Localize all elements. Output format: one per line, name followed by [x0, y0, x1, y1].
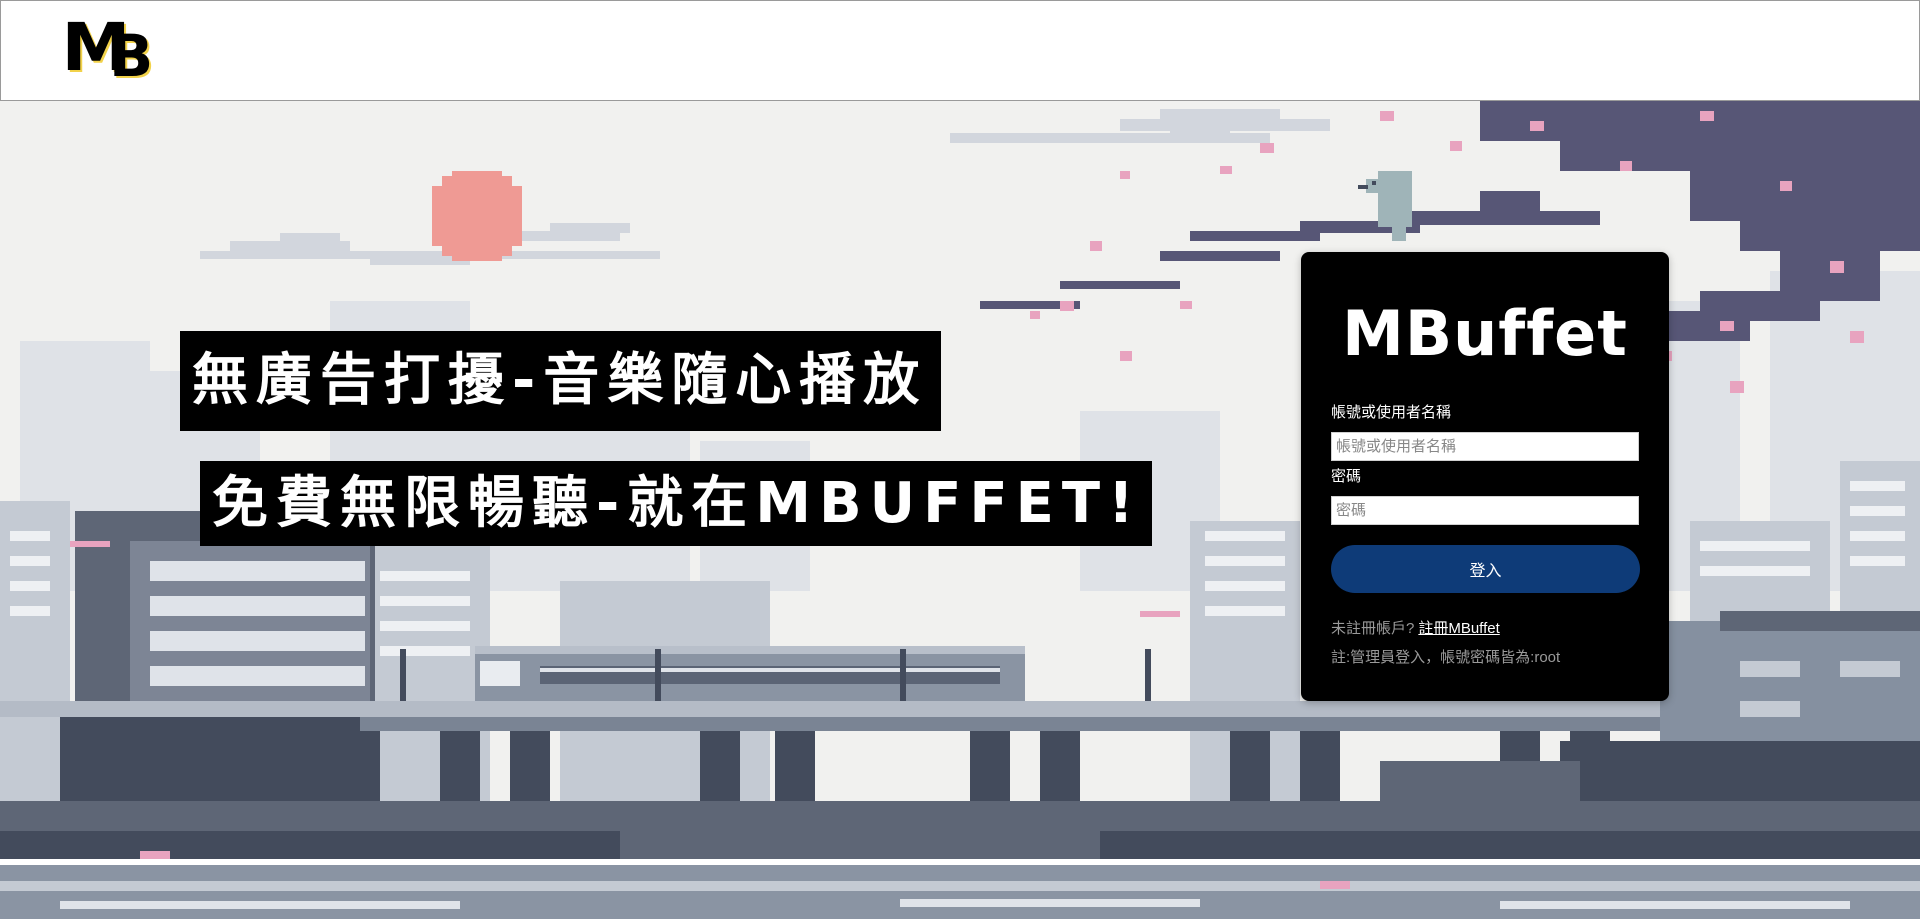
- logo-letter-b: B: [109, 22, 154, 90]
- register-prompt-text: 未註冊帳戶?: [1331, 620, 1415, 637]
- username-input[interactable]: [1331, 432, 1639, 461]
- left-dark-building: [60, 511, 380, 841]
- brand-title: MBuffet: [1342, 297, 1628, 370]
- hero-slogan-primary: 無廣告打擾-音樂隨心播放: [180, 331, 942, 431]
- register-link[interactable]: 註冊MBuffet: [1418, 620, 1499, 637]
- sun-illustration: [432, 171, 522, 261]
- riverbank: [0, 801, 1920, 919]
- top-header: M B: [0, 0, 1920, 101]
- password-label: 密碼: [1331, 468, 1362, 485]
- train: [475, 646, 1025, 701]
- register-prompt-line: 未註冊帳戶? 註冊MBuffet: [1331, 620, 1500, 638]
- username-label: 帳號或使用者名稱: [1331, 404, 1452, 421]
- password-input[interactable]: [1331, 496, 1639, 525]
- mb-logo[interactable]: M B: [61, 15, 167, 90]
- login-card: MBuffet 帳號或使用者名稱 密碼 登入 未註冊帳戶?註冊MBuffet 註…: [1301, 252, 1669, 701]
- admin-note: 註:管理員登入，帳號密碼皆為:root: [1331, 649, 1561, 666]
- hero-slogan-secondary: 免費無限暢聽-就在MBUFFET!: [200, 461, 1152, 546]
- login-button[interactable]: 登入: [1331, 545, 1640, 593]
